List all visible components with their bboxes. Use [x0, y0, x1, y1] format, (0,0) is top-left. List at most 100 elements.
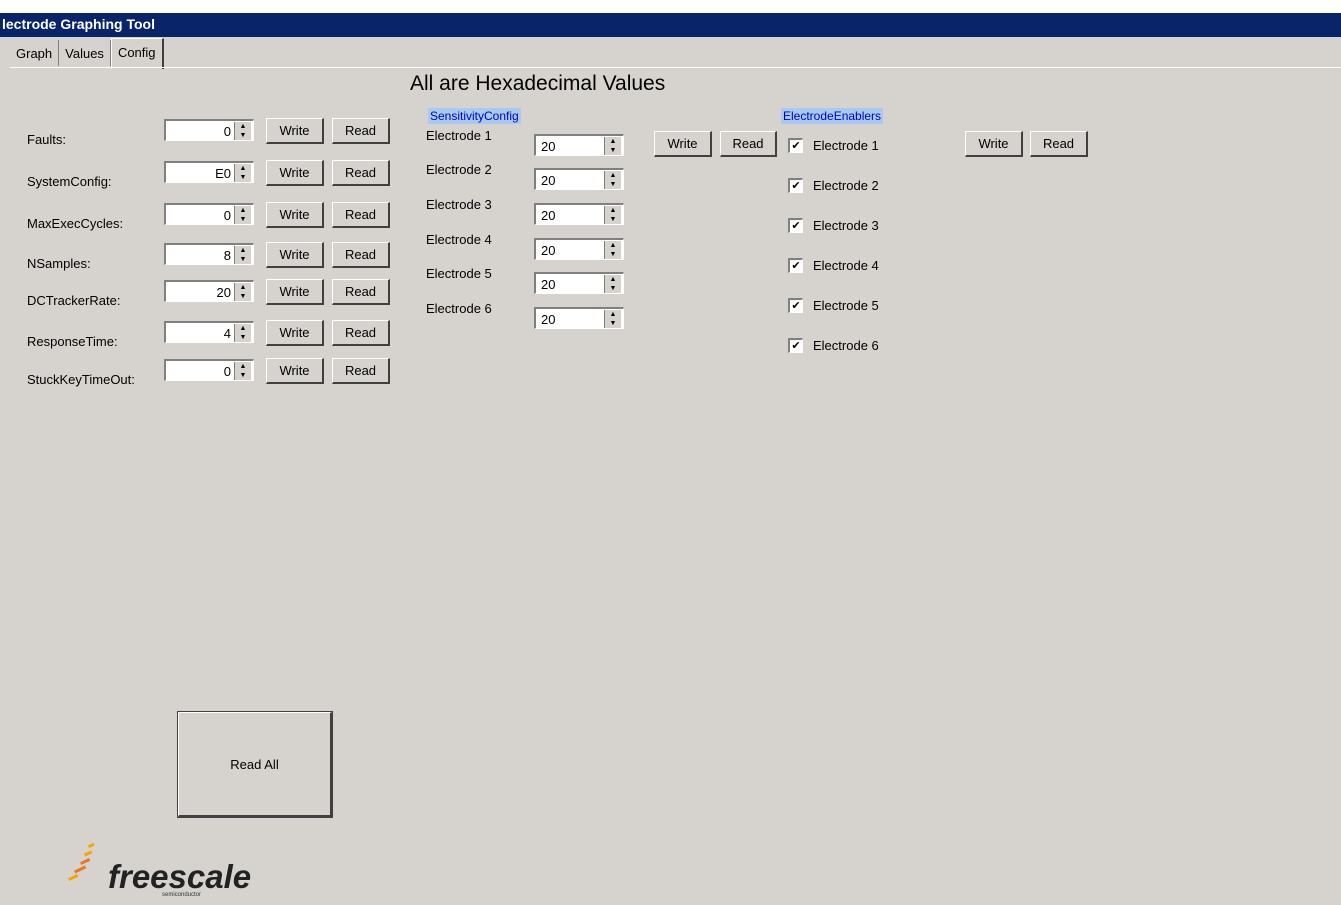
spinner-arrows-icon[interactable]: ▲ ▼ [604, 310, 621, 328]
param-read-button[interactable]: Read [332, 242, 390, 268]
chevron-up-icon[interactable]: ▲ [240, 363, 247, 370]
sensitivity-write-button[interactable]: Write [654, 131, 712, 157]
param-input[interactable]: 20 ▲ ▼ [164, 280, 254, 302]
chevron-down-icon[interactable]: ▼ [240, 174, 247, 181]
enabler-checkbox[interactable]: ✔ Electrode 2 [788, 178, 879, 193]
chevron-down-icon[interactable]: ▼ [240, 372, 247, 379]
param-input[interactable]: 4 ▲ ▼ [164, 321, 254, 343]
tab-graph[interactable]: Graph [10, 40, 60, 66]
chevron-up-icon[interactable]: ▲ [610, 276, 617, 283]
param-write-button[interactable]: Write [266, 279, 324, 305]
spinner-arrows-icon[interactable]: ▲ ▼ [604, 171, 621, 189]
sensitivity-read-button[interactable]: Read [720, 131, 777, 157]
param-write-button[interactable]: Write [266, 118, 324, 144]
spinner-arrows-icon[interactable]: ▲ ▼ [604, 241, 621, 259]
param-write-button[interactable]: Write [266, 358, 324, 384]
spinner-arrows-icon[interactable]: ▲ ▼ [234, 283, 251, 301]
chevron-up-icon[interactable]: ▲ [610, 242, 617, 249]
chevron-down-icon[interactable]: ▼ [610, 251, 617, 258]
chevron-down-icon[interactable]: ▼ [240, 334, 247, 341]
spinner-arrows-icon[interactable]: ▲ ▼ [234, 164, 251, 182]
sensitivity-input[interactable]: 20 ▲ ▼ [534, 168, 624, 190]
spinner-arrows-icon[interactable]: ▲ ▼ [234, 246, 251, 264]
param-label: Faults: [27, 132, 67, 147]
param-write-button[interactable]: Write [266, 320, 324, 346]
param-write-button[interactable]: Write [266, 242, 324, 268]
chevron-down-icon[interactable]: ▼ [610, 147, 617, 154]
sensitivity-label: Electrode 4 [426, 232, 492, 247]
param-read-button[interactable]: Read [332, 118, 390, 144]
chevron-down-icon[interactable]: ▼ [610, 216, 617, 223]
enablers-read-button[interactable]: Read [1030, 131, 1088, 157]
chevron-up-icon[interactable]: ▲ [240, 123, 247, 130]
spinner-arrows-icon[interactable]: ▲ ▼ [234, 362, 251, 380]
window-title: lectrode Graphing Tool [2, 16, 155, 32]
param-input-value: 0 [223, 364, 231, 379]
checkbox-label: Electrode 1 [813, 138, 879, 153]
read-all-button[interactable]: Read All [177, 711, 333, 818]
spinner-arrows-icon[interactable]: ▲ ▼ [604, 206, 621, 224]
param-label: ResponseTime: [27, 334, 118, 349]
enabler-checkbox[interactable]: ✔ Electrode 5 [788, 298, 879, 313]
param-read-button[interactable]: Read [332, 160, 390, 186]
chevron-up-icon[interactable]: ▲ [240, 284, 247, 291]
spinner-arrows-icon[interactable]: ▲ ▼ [234, 324, 251, 342]
checkbox-box[interactable]: ✔ [788, 258, 803, 273]
sensitivity-input[interactable]: 20 ▲ ▼ [534, 238, 624, 260]
tab-values[interactable]: Values [59, 40, 111, 66]
chevron-up-icon[interactable]: ▲ [240, 207, 247, 214]
chevron-up-icon[interactable]: ▲ [610, 138, 617, 145]
chevron-down-icon[interactable]: ▼ [240, 293, 247, 300]
spinner-arrows-icon[interactable]: ▲ ▼ [604, 275, 621, 293]
checkbox-box[interactable]: ✔ [788, 218, 803, 233]
spinner-arrows-icon[interactable]: ▲ ▼ [234, 122, 251, 140]
enabler-checkbox[interactable]: ✔ Electrode 1 [788, 138, 879, 153]
chevron-down-icon[interactable]: ▼ [610, 320, 617, 327]
sensitivity-label: Electrode 2 [426, 162, 492, 177]
param-input-value: 8 [223, 248, 231, 263]
spinner-arrows-icon[interactable]: ▲ ▼ [234, 206, 251, 224]
checkbox-label: Electrode 5 [813, 298, 879, 313]
spinner-arrows-icon[interactable]: ▲ ▼ [604, 137, 621, 155]
tab-config[interactable]: Config [110, 38, 164, 69]
chevron-down-icon[interactable]: ▼ [240, 256, 247, 263]
sensitivity-input[interactable]: 20 ▲ ▼ [534, 203, 624, 225]
chevron-up-icon[interactable]: ▲ [610, 311, 617, 318]
chevron-down-icon[interactable]: ▼ [240, 216, 247, 223]
enabler-checkbox[interactable]: ✔ Electrode 6 [788, 338, 879, 353]
param-read-button[interactable]: Read [332, 358, 390, 384]
checkbox-box[interactable]: ✔ [788, 178, 803, 193]
param-input-value: 0 [223, 124, 231, 139]
param-input[interactable]: 0 ▲ ▼ [164, 203, 254, 225]
sensitivity-input-value: 20 [541, 139, 556, 154]
checkbox-box[interactable]: ✔ [788, 338, 803, 353]
chevron-up-icon[interactable]: ▲ [240, 247, 247, 254]
param-input[interactable]: 8 ▲ ▼ [164, 243, 254, 265]
enabler-checkbox[interactable]: ✔ Electrode 3 [788, 218, 879, 233]
param-write-button[interactable]: Write [266, 202, 324, 228]
param-input[interactable]: 0 ▲ ▼ [164, 359, 254, 381]
enabler-checkbox[interactable]: ✔ Electrode 4 [788, 258, 879, 273]
param-read-button[interactable]: Read [332, 279, 390, 305]
sensitivity-input[interactable]: 20 ▲ ▼ [534, 134, 624, 156]
param-input[interactable]: E0 ▲ ▼ [164, 161, 254, 183]
param-read-button[interactable]: Read [332, 320, 390, 346]
chevron-down-icon[interactable]: ▼ [240, 132, 247, 139]
chevron-up-icon[interactable]: ▲ [610, 172, 617, 179]
param-write-button[interactable]: Write [266, 160, 324, 186]
enablers-write-button[interactable]: Write [965, 131, 1023, 157]
chevron-down-icon[interactable]: ▼ [610, 285, 617, 292]
checkbox-box[interactable]: ✔ [788, 298, 803, 313]
sensitivity-label: Electrode 6 [426, 301, 492, 316]
sensitivity-input[interactable]: 20 ▲ ▼ [534, 272, 624, 294]
sensitivity-input[interactable]: 20 ▲ ▼ [534, 307, 624, 329]
chevron-up-icon[interactable]: ▲ [240, 325, 247, 332]
chevron-up-icon[interactable]: ▲ [610, 207, 617, 214]
param-input[interactable]: 0 ▲ ▼ [164, 119, 254, 141]
chevron-down-icon[interactable]: ▼ [610, 181, 617, 188]
param-input-value: 0 [223, 208, 231, 223]
checkbox-box[interactable]: ✔ [788, 138, 803, 153]
checkbox-label: Electrode 4 [813, 258, 879, 273]
chevron-up-icon[interactable]: ▲ [240, 165, 247, 172]
param-read-button[interactable]: Read [332, 202, 390, 228]
